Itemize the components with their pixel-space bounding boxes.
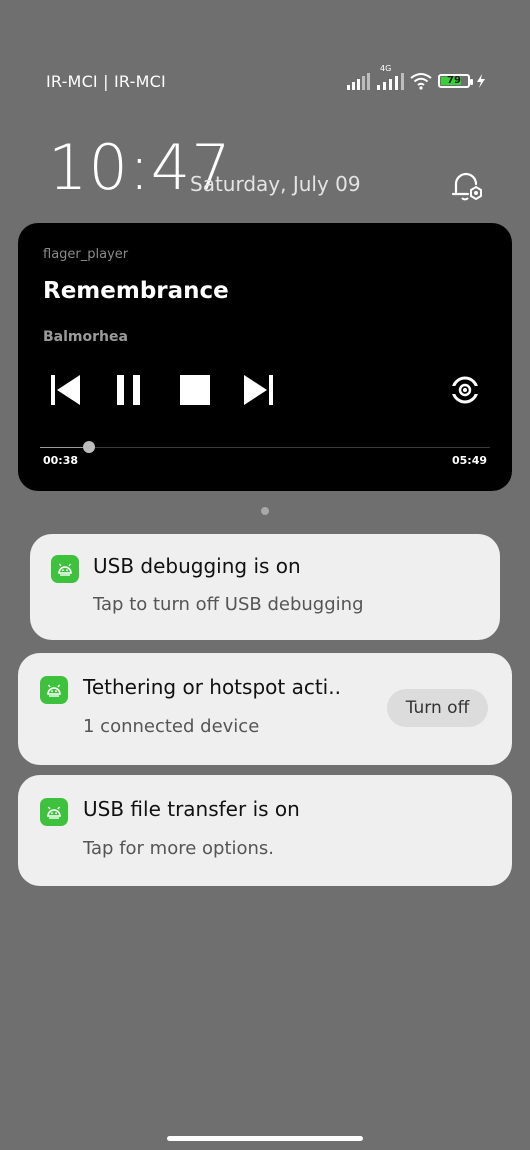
media-duration: 05:49 [451,454,487,467]
notification-usb-debugging[interactable]: USB debugging is on Tap to turn off USB … [30,534,500,640]
home-indicator[interactable] [167,1136,363,1141]
status-bar: IR-MCI | IR-MCI 4G 79 [0,0,530,91]
media-player-card[interactable]: flager_player Remembrance Balmorhea 00:3… [18,223,512,491]
notification-body: 1 connected device [83,716,260,737]
android-icon [51,555,79,583]
media-seekbar[interactable] [40,441,490,453]
notification-usb-file-transfer[interactable]: USB file transfer is on Tap for more opt… [18,775,512,886]
media-seekbar-fill [40,447,90,448]
carrier-label: IR-MCI | IR-MCI [46,72,166,91]
status-icons: 4G 79 [346,64,486,90]
media-elapsed-time: 00:38 [43,454,79,467]
signal-icon [377,73,404,90]
media-artist: Balmorhea [43,329,128,345]
pause-button[interactable] [113,373,147,407]
skip-previous-icon [51,375,80,405]
android-icon [40,798,68,826]
page-indicator-dot [261,507,269,515]
media-track-title: Remembrance [43,278,229,304]
signal-icon [347,73,370,90]
lockscreen-clock: 10:47 [48,131,232,204]
wifi-icon [410,73,432,90]
notification-body: Tap for more options. [83,838,275,859]
battery-nub [470,79,473,85]
signal-4g: 4G [376,64,404,90]
turn-off-button[interactable]: Turn off [387,689,488,727]
skip-next-button[interactable] [242,373,276,407]
stop-icon [180,375,210,405]
charging-bolt-icon [477,74,485,88]
battery-percent: 79 [447,75,461,86]
skip-previous-button[interactable] [48,373,82,407]
android-icon [40,676,68,704]
notification-settings-icon[interactable] [450,170,486,204]
cast-button[interactable] [448,373,482,407]
cast-icon [451,376,479,404]
stop-button[interactable] [178,373,212,407]
media-app-name: flager_player [43,247,129,262]
media-seekbar-thumb[interactable] [83,441,96,453]
lockscreen-date: Saturday, July 09 [190,172,361,196]
notification-title: USB debugging is on [93,554,301,578]
pause-icon [117,375,140,405]
notification-title: USB file transfer is on [83,797,300,821]
battery-icon: 79 [438,74,473,88]
notification-title: Tethering or hotspot acti.. [83,675,341,699]
network-type-label: 4G [380,64,392,73]
notification-tethering[interactable]: Tethering or hotspot acti.. 1 connected … [18,653,512,765]
notification-body: Tap to turn off USB debugging [93,594,364,615]
skip-next-icon [244,375,273,405]
